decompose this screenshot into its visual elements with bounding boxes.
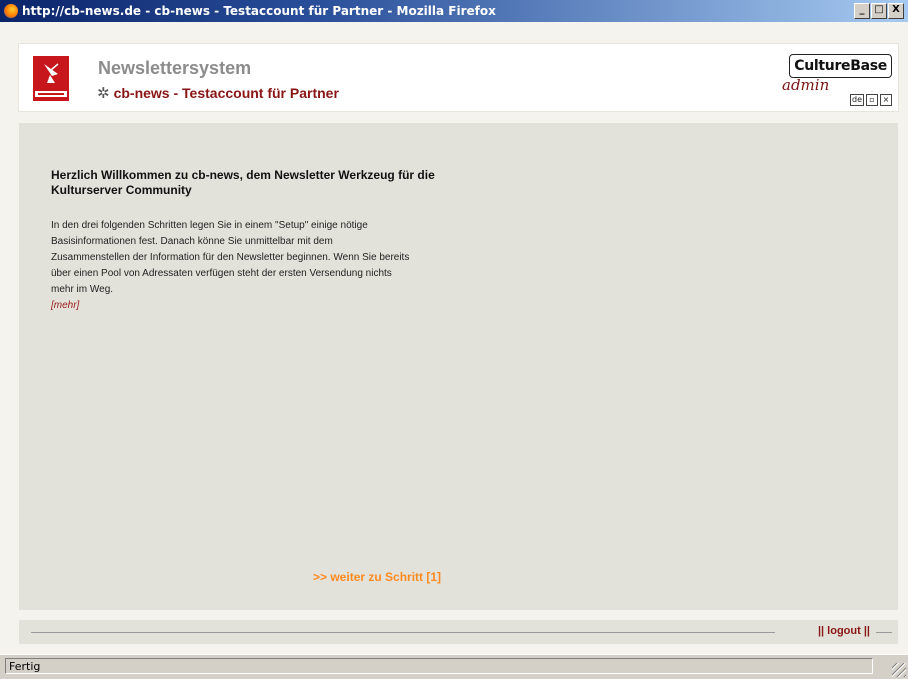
logout-link[interactable]: || logout || <box>818 625 870 637</box>
window-title: http://cb-news.de - cb-news - Testaccoun… <box>22 4 496 18</box>
close-small-icon[interactable]: × <box>880 94 892 106</box>
window-controls: _ □ X <box>854 3 904 19</box>
intro-paragraph: In den drei folgenden Schritten legen Si… <box>51 218 411 314</box>
next-step-link[interactable]: >> weiter zu Schritt [1] <box>313 570 441 584</box>
footer-divider <box>31 632 775 633</box>
more-link[interactable]: [mehr] <box>51 298 411 314</box>
account-row: ✲ cb-news - Testaccount für Partner <box>97 84 339 102</box>
culturebase-logo: admin CultureBase de ▫ × <box>782 54 892 106</box>
header-mini-icons: de ▫ × <box>850 94 892 106</box>
culturebase-wordmark: CultureBase <box>789 54 892 78</box>
satellite-dish-icon <box>44 63 59 83</box>
welcome-heading: Herzlich Willkommen zu cb-news, dem News… <box>51 168 435 197</box>
intro-text: In den drei folgenden Schritten legen Si… <box>51 220 410 295</box>
maximize-button[interactable]: □ <box>871 3 887 19</box>
kulturserver-logo <box>33 56 69 101</box>
language-switch[interactable]: de <box>850 94 864 106</box>
browser-content: Newslettersystem ✲ cb-news - Testaccount… <box>8 32 908 654</box>
page-footer: || logout || <box>19 620 898 644</box>
firefox-icon <box>4 4 18 18</box>
admin-label: admin <box>782 76 830 94</box>
system-title: Newslettersystem <box>98 58 252 78</box>
main-panel: Herzlich Willkommen zu cb-news, dem News… <box>19 123 898 610</box>
footer-divider-end <box>876 632 892 633</box>
resize-grip-icon[interactable] <box>892 663 906 677</box>
star-icon: ✲ <box>97 84 110 102</box>
status-text: Fertig <box>5 658 873 674</box>
window-titlebar: http://cb-news.de - cb-news - Testaccoun… <box>0 0 908 22</box>
browser-statusbar: Fertig <box>0 654 908 679</box>
minimize-button[interactable]: _ <box>854 3 870 19</box>
account-title: cb-news - Testaccount für Partner <box>113 85 339 101</box>
window-icon[interactable]: ▫ <box>866 94 878 106</box>
close-button[interactable]: X <box>888 3 904 19</box>
page-header: Newslettersystem ✲ cb-news - Testaccount… <box>19 44 898 111</box>
